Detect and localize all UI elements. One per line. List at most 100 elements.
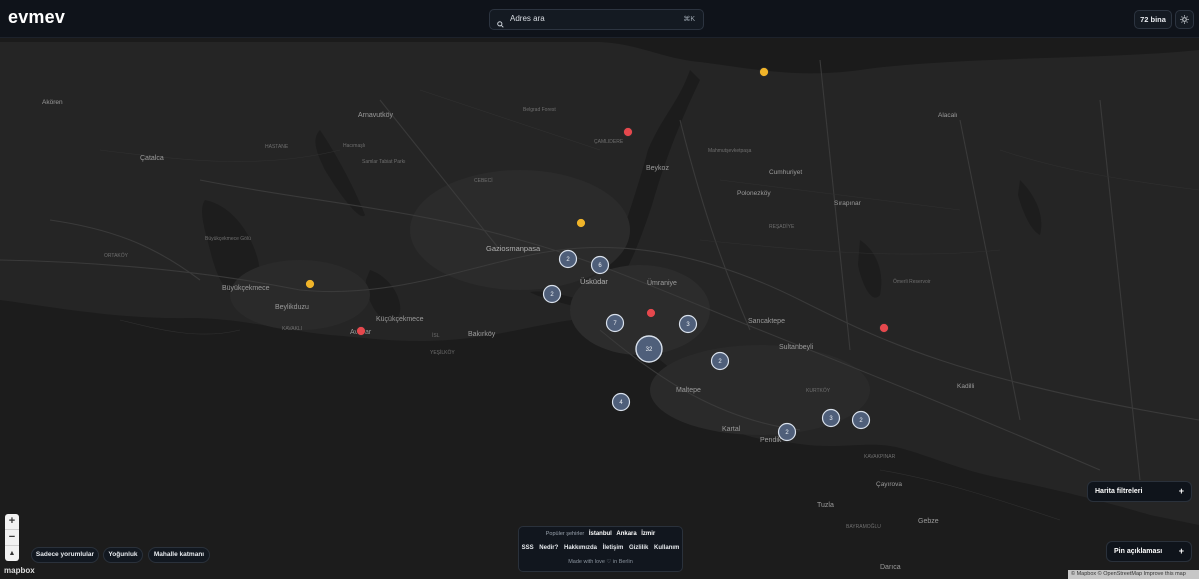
label-catalca: Çatalca (140, 155, 164, 162)
popular-cities: Popüler şehirler İstanbul Ankara İzmir (519, 531, 682, 537)
cluster-marker[interactable]: 32 (635, 335, 663, 363)
label-samlar: Samlar Tabiat Parkı (362, 159, 406, 165)
cluster-marker[interactable]: 2 (851, 410, 871, 430)
pin-legend-button[interactable]: Pin açıklaması + (1106, 541, 1192, 562)
map-canvas[interactable]: Akören Arnavutköy Çatalca Beykoz Gaziosm… (0, 38, 1199, 579)
label-ortakoy: ORTAKÖY (104, 252, 129, 259)
search-placeholder: Adres ara (510, 14, 545, 23)
link-privacy[interactable]: Gizlilik (629, 545, 648, 551)
mapbox-logo[interactable]: mapbox (4, 566, 35, 575)
label-arnavutkoy: Arnavutköy (358, 112, 394, 119)
label-yesilkoy: YEŞİLKÖY (430, 349, 455, 356)
label-beykoz: Beykoz (646, 165, 669, 172)
label-mahmutsevketpasa: Mahmutşevketpaşa (708, 148, 752, 154)
sun-icon (1180, 15, 1189, 24)
app-logo[interactable]: evmev (8, 7, 65, 28)
city-link-ankara[interactable]: Ankara (616, 531, 636, 537)
label-kurtkoy: KURTKÖY (806, 387, 831, 394)
pin-red[interactable] (646, 308, 656, 318)
search-icon (497, 15, 504, 33)
density-toggle[interactable]: Yoğunluk (103, 547, 143, 563)
link-faq[interactable]: SSS (522, 545, 534, 551)
footer-links: SSS Nedir? Hakkımızda İletişim Gizlilik … (519, 545, 682, 551)
label-resadiye: REŞADİYE (769, 223, 795, 230)
label-hacimasli: Hacımaşlı (343, 143, 365, 149)
link-about[interactable]: Hakkımızda (564, 545, 597, 551)
label-cayirova: Çayırova (876, 481, 902, 488)
search-shortcut: ⌘K (683, 16, 695, 23)
zoom-in-button[interactable]: + (5, 514, 19, 529)
zoom-controls: + − ▲ (5, 514, 19, 561)
label-sultanbeyli: Sultanbeyli (779, 344, 814, 351)
label-gaziosmanpasa: Gaziosmanpasa (486, 244, 541, 253)
label-darica: Darıca (880, 564, 901, 571)
footer-card: Popüler şehirler İstanbul Ankara İzmir S… (518, 526, 683, 572)
label-akoren: Akören (42, 99, 63, 106)
city-link-istanbul[interactable]: İstanbul (589, 531, 612, 537)
label-isl: İSL (432, 332, 440, 339)
label-hastane: HASTANE (265, 144, 289, 150)
map-filters-label: Harita filtreleri (1095, 488, 1143, 495)
link-terms[interactable]: Kullanım (654, 545, 679, 551)
cluster-marker[interactable]: 6 (590, 255, 610, 275)
link-contact[interactable]: İletişim (603, 545, 624, 551)
building-count-badge[interactable]: 72 bina (1134, 10, 1172, 29)
compass-icon[interactable]: ▲ (5, 546, 19, 561)
label-beylikduzu: Beylikduzu (275, 304, 309, 311)
label-polonezkoy: Polonezköy (737, 190, 771, 197)
map-attribution[interactable]: © Mapbox © OpenStreetMap Improve this ma… (1068, 570, 1199, 579)
top-bar: evmev Adres ara ⌘K 72 bina (0, 0, 1199, 38)
svg-text:32: 32 (646, 347, 653, 353)
label-sancaktepe: Sancaktepe (748, 318, 785, 325)
label-gebze: Gebze (918, 518, 939, 525)
city-link-izmir[interactable]: İzmir (641, 531, 655, 537)
label-kavakli: KAVAKLI (282, 326, 302, 332)
cluster-marker[interactable]: 7 (605, 313, 625, 333)
cluster-marker[interactable]: 2 (558, 249, 578, 269)
cluster-marker[interactable]: 3 (821, 408, 841, 428)
label-buyukcekmece: Büyükçekmece (222, 285, 270, 292)
link-what-is[interactable]: Nedir? (539, 545, 558, 551)
label-cumhuriyet: Cumhuriyet (769, 169, 802, 176)
label-kadilli: Kadilli (957, 383, 974, 390)
label-alacali: Alacalı (938, 112, 958, 119)
popular-label: Popüler şehirler (545, 531, 585, 537)
label-kucukcekmece: Küçükçekmece (376, 316, 424, 323)
label-kartal: Kartal (722, 426, 741, 433)
map-filters-button[interactable]: Harita filtreleri + (1087, 481, 1192, 502)
cluster-marker[interactable]: 2 (777, 422, 797, 442)
footer-credit: Made with love ♡ in Berlin (568, 559, 633, 565)
label-cebeci: CEBECİ (474, 177, 493, 184)
label-bayramoglu: BAYRAMOĞLU (846, 523, 881, 530)
pin-legend-label: Pin açıklaması (1114, 548, 1163, 555)
pin-red[interactable] (356, 326, 366, 336)
address-search-input[interactable]: Adres ara ⌘K (489, 9, 704, 30)
label-camlidere: ÇAMLIDERE (594, 139, 624, 145)
pin-yellow[interactable] (305, 279, 315, 289)
label-kavakpinar: KAVAKPINAR (864, 454, 896, 460)
plus-icon: + (1178, 546, 1184, 556)
cluster-marker[interactable]: 2 (710, 351, 730, 371)
theme-toggle-button[interactable] (1175, 10, 1194, 29)
label-pendik: Pendik (760, 437, 782, 444)
pin-yellow[interactable] (576, 218, 586, 228)
label-cekmece-lake: Büyükçekmece Gölü (205, 236, 251, 242)
label-omerli: Ömerli Reservoir (893, 278, 931, 285)
cluster-marker[interactable]: 3 (678, 314, 698, 334)
cluster-marker[interactable]: 2 (542, 284, 562, 304)
pin-red[interactable] (879, 323, 889, 333)
label-sirapinar: Sırapınar (834, 200, 862, 207)
plus-icon: + (1178, 486, 1184, 496)
label-maltepe: Maltepe (676, 387, 701, 394)
pin-yellow[interactable] (759, 67, 769, 77)
cluster-marker[interactable]: 4 (611, 392, 631, 412)
label-tuzla: Tuzla (817, 502, 834, 509)
label-uskudar: Üsküdar (580, 277, 608, 286)
only-reviewed-toggle[interactable]: Sadece yorumlular (31, 547, 99, 563)
label-belgrad: Belgrad Forest (523, 107, 556, 113)
neighborhood-layer-toggle[interactable]: Mahalle katmanı (148, 547, 210, 563)
label-umraniye: Ümraniye (647, 279, 677, 287)
pin-red[interactable] (623, 127, 633, 137)
label-bakirkoy: Bakırköy (468, 331, 496, 338)
zoom-out-button[interactable]: − (5, 530, 19, 545)
